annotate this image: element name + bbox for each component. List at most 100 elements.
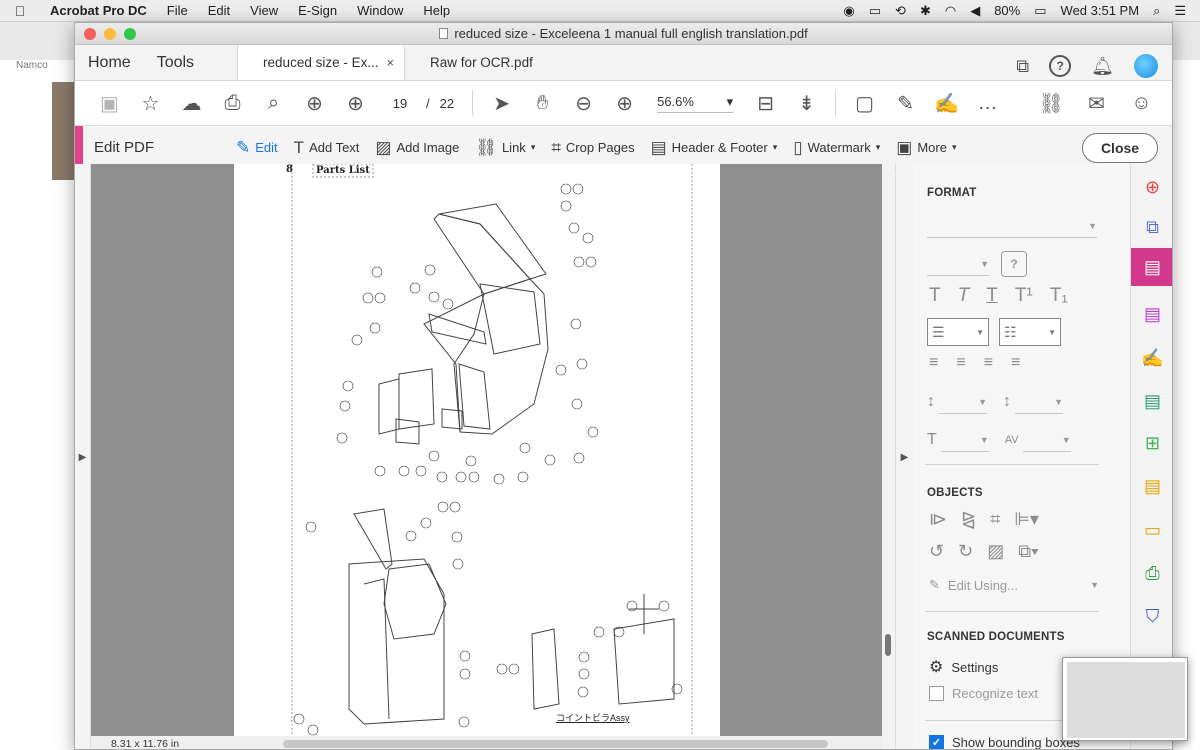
horizontal-scrollbar[interactable]	[283, 739, 828, 748]
tab-tools[interactable]: Tools	[144, 45, 207, 80]
select-pointer-icon[interactable]: ➤	[481, 88, 522, 118]
vertical-scroll-thumb[interactable]	[885, 634, 891, 656]
more-button[interactable]: ▣ More ▾	[896, 138, 956, 158]
share-link-icon[interactable]: ⛓	[1031, 88, 1072, 118]
hand-tool-icon[interactable]: ✋︎	[522, 88, 563, 118]
edit-text-button[interactable]: ✎ Edit	[236, 138, 278, 158]
document-canvas[interactable]: 8 Parts List コイントビラAssy	[91, 164, 882, 736]
align-right-icon[interactable]: ≡	[984, 354, 993, 372]
bluetooth-icon[interactable]: ✱	[920, 3, 931, 19]
send-for-review-icon[interactable]: ▤	[1131, 382, 1172, 420]
zoom-level-dropdown[interactable]: 56.6% ▾	[657, 94, 734, 113]
menu-window[interactable]: Window	[347, 3, 413, 18]
recognize-text-checkbox[interactable]: Recognize text	[929, 686, 1038, 701]
screenshot-thumbnail-preview[interactable]	[1062, 657, 1188, 741]
justify-icon[interactable]: ≡	[1011, 354, 1020, 372]
paragraph-spacing-dropdown[interactable]: ▼	[1015, 390, 1063, 414]
font-size-dropdown[interactable]: ▼	[927, 252, 989, 276]
highlight-pen-icon[interactable]: ✎	[885, 88, 926, 118]
apple-menu-icon[interactable]: 	[0, 3, 40, 19]
background-tab-label[interactable]: Namco	[16, 60, 48, 71]
spotlight-search-icon[interactable]: ⌕	[1153, 3, 1160, 19]
page-display-icon[interactable]: ⊟	[745, 88, 786, 118]
crop-pages-button[interactable]: ⌗ Crop Pages	[551, 138, 634, 158]
numbered-list-dropdown[interactable]: ☷ ▼	[999, 318, 1061, 346]
rotate-right-icon[interactable]: ↻	[958, 541, 973, 562]
add-text-button[interactable]: T Add Text	[294, 138, 360, 158]
paragraph-spacing-icon[interactable]: ↕	[1003, 393, 1011, 411]
line-spacing-icon[interactable]: ↕	[927, 393, 935, 411]
align-left-icon[interactable]: ≡	[929, 354, 938, 372]
character-spacing-dropdown[interactable]: ▼	[1022, 428, 1071, 452]
menu-esign[interactable]: E-Sign	[288, 3, 347, 18]
menu-app-name[interactable]: Acrobat Pro DC	[40, 3, 157, 18]
next-page-icon[interactable]: ⊕	[335, 88, 376, 118]
zoom-out-icon[interactable]: ⊖	[563, 88, 604, 118]
vertical-scrollbar[interactable]	[882, 164, 894, 736]
time-machine-icon[interactable]: ⟲	[895, 3, 906, 19]
menu-view[interactable]: View	[240, 3, 288, 18]
left-panel-toggle[interactable]: ▶	[75, 164, 91, 749]
link-button[interactable]: ⛓ Link ▾	[475, 138, 535, 158]
current-page-input[interactable]: 19	[384, 96, 416, 111]
replace-image-icon[interactable]: ▨	[987, 541, 1004, 562]
show-bounding-boxes-checkbox[interactable]: ✓ Show bounding boxes	[929, 735, 1080, 749]
rotate-left-icon[interactable]: ↺	[929, 541, 944, 562]
bold-text-icon[interactable]: T	[929, 285, 941, 307]
comment-icon[interactable]: ▢	[844, 88, 885, 118]
battery-icon[interactable]: ▭	[1034, 3, 1046, 19]
search-icon[interactable]: ⌕	[253, 88, 294, 118]
upload-cloud-icon[interactable]: ☁	[171, 88, 212, 118]
create-pdf-icon[interactable]: ⊕	[1131, 168, 1172, 206]
email-icon[interactable]: ✉	[1076, 88, 1117, 118]
protect-shield-icon[interactable]: ⛉	[1131, 597, 1172, 635]
share-screen-icon[interactable]: ⧉	[1016, 51, 1029, 81]
volume-icon[interactable]: ◀	[970, 3, 980, 19]
add-user-icon[interactable]: ☺	[1121, 88, 1162, 118]
crop-image-icon[interactable]: ⌗	[990, 509, 1000, 530]
creative-cloud-icon[interactable]: ◉	[843, 3, 854, 19]
wifi-icon[interactable]: ◠	[945, 3, 956, 19]
previous-page-icon[interactable]: ⊕	[294, 88, 335, 118]
print-production-icon[interactable]: ⎙	[1131, 554, 1172, 592]
scrolling-mode-icon[interactable]: ⇟	[786, 88, 827, 118]
font-family-dropdown[interactable]: ▼	[927, 214, 1097, 238]
sticky-note-icon[interactable]: ▭	[1131, 511, 1172, 549]
window-titlebar[interactable]: reduced size - Exceleena 1 manual full e…	[75, 23, 1172, 45]
pdf-page[interactable]: 8 Parts List コイントビラAssy	[234, 164, 720, 736]
align-objects-icon[interactable]: ⊫▾	[1014, 509, 1039, 530]
line-spacing-dropdown[interactable]: ▼	[939, 390, 987, 414]
bookmark-star-icon[interactable]: ☆	[130, 88, 171, 118]
airplay-icon[interactable]: ▭	[869, 3, 881, 19]
close-edit-button[interactable]: Close	[1082, 133, 1158, 163]
subscript-icon[interactable]: T₁	[1050, 285, 1068, 307]
superscript-icon[interactable]: T¹	[1015, 285, 1033, 307]
menu-help[interactable]: Help	[413, 3, 460, 18]
horizontal-scaling-icon[interactable]: T	[927, 431, 937, 449]
font-color-swatch[interactable]: ?	[1001, 251, 1027, 277]
print-icon[interactable]: ⎙	[212, 88, 253, 118]
organize-pages-icon[interactable]: ⊞	[1131, 424, 1172, 462]
italic-text-icon[interactable]: T	[958, 285, 970, 307]
watermark-button[interactable]: ▯ Watermark ▾	[793, 138, 880, 158]
draw-sign-icon[interactable]: ✍	[926, 88, 967, 118]
menu-edit[interactable]: Edit	[198, 3, 240, 18]
character-spacing-icon[interactable]: AV	[1005, 434, 1019, 446]
align-center-icon[interactable]: ≡	[956, 354, 965, 372]
notification-center-icon[interactable]: ☰	[1174, 3, 1186, 19]
combine-files-icon[interactable]: ⧉	[1131, 208, 1172, 246]
bullet-list-dropdown[interactable]: ☰ ▼	[927, 318, 989, 346]
menu-file[interactable]: File	[157, 3, 198, 18]
save-icon[interactable]: ▣	[89, 88, 130, 118]
arrange-objects-icon[interactable]: ⧉▾	[1018, 541, 1038, 562]
edit-pdf-tool-icon[interactable]: ▤	[1131, 248, 1172, 286]
battery-percent[interactable]: 80%	[994, 3, 1020, 18]
zoom-in-icon[interactable]: ⊕	[604, 88, 645, 118]
add-image-button[interactable]: ▨ Add Image	[375, 138, 459, 158]
document-proxy-icon[interactable]	[439, 28, 449, 39]
comment-tool-icon[interactable]: ▤	[1131, 467, 1172, 505]
menubar-clock[interactable]: Wed 3:51 PM	[1061, 3, 1140, 18]
zoom-window-button[interactable]	[124, 28, 136, 40]
export-pdf-icon[interactable]: ▤	[1131, 295, 1172, 333]
minimize-window-button[interactable]	[104, 28, 116, 40]
